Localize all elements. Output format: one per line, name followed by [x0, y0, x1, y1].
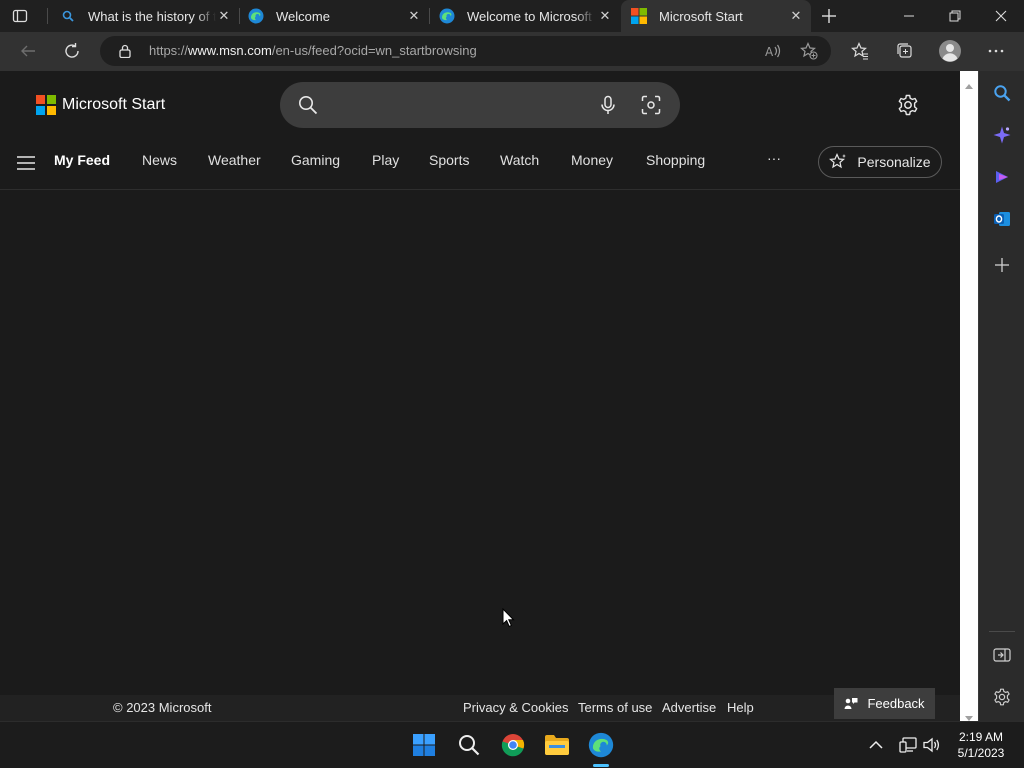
star-sparkle-icon [829, 153, 847, 171]
brand-logo[interactable]: Microsoft Start [36, 95, 165, 115]
page-scrollbar[interactable] [960, 71, 978, 721]
search-box[interactable] [280, 82, 680, 128]
nav-weather[interactable]: Weather [208, 152, 261, 168]
close-tab-icon[interactable]: ✕ [216, 8, 232, 24]
feedback-button[interactable]: Feedback [834, 688, 935, 719]
copyright-text: © 2023 Microsoft [113, 700, 212, 715]
title-bar: What is the history of th ✕ Welcome ✕ We… [0, 0, 1024, 32]
nav-shopping[interactable]: Shopping [646, 152, 705, 168]
terms-of-use-link[interactable]: Terms of use [578, 700, 652, 715]
chrome-icon[interactable] [498, 730, 528, 760]
microsoft-logo-icon [36, 95, 56, 115]
nav-gaming[interactable]: Gaming [291, 152, 340, 168]
feedback-label: Feedback [867, 696, 925, 711]
page-footer: © 2023 Microsoft Privacy & Cookies Terms… [0, 695, 960, 721]
brand-name: Microsoft Start [62, 96, 166, 113]
msn-page: Microsoft Start My Feed News Weather Gam… [0, 71, 960, 721]
microphone-icon[interactable] [598, 95, 618, 120]
visual-search-icon[interactable] [641, 95, 661, 120]
feedback-icon [844, 697, 858, 711]
clock-time: 2:19 AM [958, 730, 1004, 744]
tab-separator [429, 8, 430, 24]
profile-avatar-icon[interactable] [935, 36, 965, 66]
nav-news[interactable]: News [142, 152, 177, 168]
nav-sports[interactable]: Sports [429, 152, 469, 168]
new-tab-icon[interactable] [820, 7, 838, 25]
sidebar-hide-panel-icon[interactable] [989, 642, 1015, 668]
tab-label: Welcome [276, 8, 330, 24]
sidebar-games-icon[interactable] [989, 164, 1015, 190]
tab-separator [47, 8, 48, 24]
sidebar-copilot-sparkle-icon[interactable] [989, 122, 1015, 148]
edge-icon [248, 8, 264, 24]
add-favorite-icon[interactable] [800, 42, 818, 65]
search-icon[interactable] [298, 95, 318, 120]
file-explorer-icon[interactable] [542, 730, 572, 760]
tab-label: Microsoft Start [659, 8, 743, 24]
nav-watch[interactable]: Watch [500, 152, 539, 168]
url-prefix: https:// [149, 43, 189, 58]
sidebar-search-icon[interactable] [989, 80, 1015, 106]
volume-icon[interactable] [917, 730, 947, 760]
sidebar-divider [989, 631, 1015, 632]
close-tab-icon[interactable]: ✕ [788, 8, 804, 24]
url-path: /en-us/feed?ocid=wn_startbrowsing [271, 43, 477, 58]
nav-divider [0, 189, 960, 190]
favorites-icon[interactable] [845, 36, 875, 66]
edge-sidebar [978, 71, 1024, 721]
svg-text:A: A [765, 45, 774, 59]
search-input[interactable] [330, 92, 590, 118]
tab-search-history[interactable]: What is the history of th [50, 0, 238, 32]
search-icon [60, 8, 76, 24]
browser-toolbar: https://www.msn.com/en-us/feed?ocid=wn_s… [0, 32, 1024, 71]
read-aloud-icon[interactable]: A [764, 42, 782, 65]
more-options-icon[interactable] [981, 36, 1011, 66]
settings-gear-icon[interactable] [897, 94, 919, 121]
close-tab-icon[interactable]: ✕ [406, 8, 422, 24]
sidebar-settings-icon[interactable] [989, 684, 1015, 710]
tab-label: What is the history of th [88, 8, 216, 24]
collections-icon[interactable] [890, 36, 920, 66]
edge-icon [439, 8, 455, 24]
taskbar-search-icon[interactable] [454, 730, 484, 760]
personalize-button[interactable]: Personalize [818, 146, 942, 178]
tab-label: Welcome to Microsoft E [467, 8, 595, 24]
microsoft-logo-icon [631, 8, 647, 24]
nav-more-button[interactable]: ··· [767, 150, 781, 166]
privacy-cookies-link[interactable]: Privacy & Cookies [463, 700, 568, 715]
help-link[interactable]: Help [727, 700, 754, 715]
advertise-link[interactable]: Advertise [662, 700, 716, 715]
show-hidden-icons-chevron-icon[interactable] [861, 730, 891, 760]
back-icon[interactable] [13, 36, 43, 66]
nav-money[interactable]: Money [571, 152, 613, 168]
close-tab-icon[interactable]: ✕ [597, 8, 613, 24]
tab-welcome[interactable]: Welcome [240, 0, 428, 32]
nav-play[interactable]: Play [372, 152, 399, 168]
hamburger-menu-icon[interactable] [17, 156, 35, 175]
sidebar-add-icon[interactable] [989, 252, 1015, 278]
system-clock[interactable]: 2:19 AM 5/1/2023 [950, 729, 1012, 761]
clock-date: 5/1/2023 [957, 746, 1005, 760]
mouse-cursor-icon [502, 607, 515, 633]
sidebar-outlook-icon[interactable] [989, 206, 1015, 232]
restore-button[interactable] [932, 0, 978, 32]
scroll-up-arrow-icon[interactable] [965, 76, 973, 94]
edge-taskbar-icon[interactable] [586, 730, 616, 760]
minimize-button[interactable] [886, 0, 932, 32]
windows-start-icon[interactable] [409, 730, 439, 760]
windows-taskbar: 2:19 AM 5/1/2023 [0, 721, 1024, 768]
active-app-indicator [593, 764, 609, 767]
url-text: https://www.msn.com/en-us/feed?ocid=wn_s… [149, 43, 477, 58]
address-bar[interactable]: https://www.msn.com/en-us/feed?ocid=wn_s… [100, 36, 831, 66]
lock-icon[interactable] [118, 44, 132, 63]
personalize-label: Personalize [857, 154, 931, 170]
nav-my-feed[interactable]: My Feed [54, 152, 110, 168]
tab-microsoft-start[interactable]: Microsoft Start [621, 0, 811, 32]
refresh-icon[interactable] [57, 36, 87, 66]
tab-welcome-to-microsoft-edge[interactable]: Welcome to Microsoft E [431, 0, 619, 32]
url-domain: www.msn.com [188, 43, 272, 58]
close-window-button[interactable] [978, 0, 1024, 32]
tab-actions-menu-icon[interactable] [12, 8, 28, 24]
